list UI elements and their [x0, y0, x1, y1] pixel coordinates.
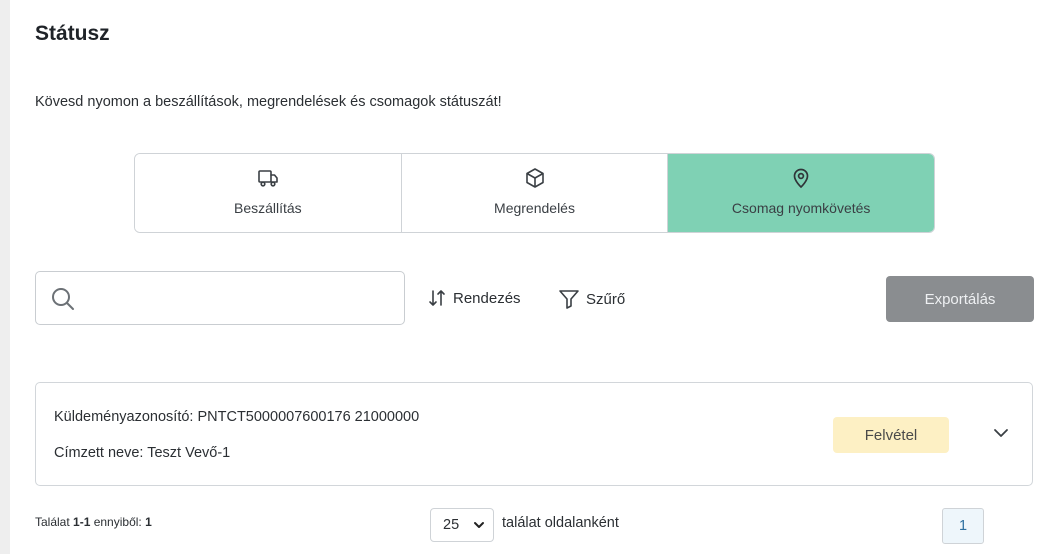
sort-label: Rendezés [453, 289, 521, 307]
recipient-name: Címzett neve: Teszt Vevő-1 [54, 445, 231, 461]
chevron-down-icon [474, 522, 484, 528]
box-icon [525, 168, 544, 188]
per-page-value: 25 [443, 517, 460, 533]
per-page-select[interactable]: 25 [430, 508, 494, 542]
result-card[interactable]: Küldeményazonosító: PNTCT5000007600176 2… [35, 382, 1033, 486]
tab-csomag-nyomkovetes[interactable]: Csomag nyomkövetés [667, 154, 934, 232]
filter-icon [559, 290, 579, 309]
results-count-prefix: Találat [35, 515, 74, 529]
tab-label: Csomag nyomkövetés [731, 200, 871, 216]
sort-icon [429, 290, 445, 306]
tab-label: Megrendelés [494, 200, 575, 216]
search-icon [52, 288, 74, 310]
per-page-label: találat oldalanként [502, 515, 619, 531]
location-pin-icon [793, 168, 809, 189]
status-badge: Felvétel [833, 417, 949, 453]
tab-beszallitas[interactable]: Beszállítás [135, 154, 401, 232]
results-count-range: 1-1 [73, 515, 91, 529]
filter-button[interactable]: Szűrő [558, 288, 625, 310]
page-subtitle: Kövesd nyomon a beszállítások, megrendel… [35, 94, 502, 110]
truck-icon [258, 170, 278, 187]
results-count-middle: ennyiből: [90, 515, 146, 529]
results-count: Találat 1-1 ennyiből: 1 [35, 515, 152, 529]
left-border [0, 0, 10, 554]
status-tabs: Beszállítás Megrendelés Csomag nyomkövet… [134, 153, 935, 233]
results-count-total: 1 [145, 515, 152, 529]
chevron-down-icon[interactable] [992, 427, 1010, 439]
filter-label: Szűrő [586, 290, 626, 308]
search-box [35, 271, 405, 325]
pagination-page-1[interactable]: 1 [942, 508, 984, 544]
tracking-id: Küldeményazonosító: PNTCT5000007600176 2… [54, 409, 420, 425]
page-title: Státusz [35, 22, 110, 45]
tab-megrendeles[interactable]: Megrendelés [400, 154, 668, 232]
search-input[interactable] [36, 272, 404, 324]
sort-button[interactable]: Rendezés [427, 288, 521, 308]
tab-label: Beszállítás [233, 200, 302, 216]
export-button[interactable]: Exportálás [886, 276, 1034, 322]
